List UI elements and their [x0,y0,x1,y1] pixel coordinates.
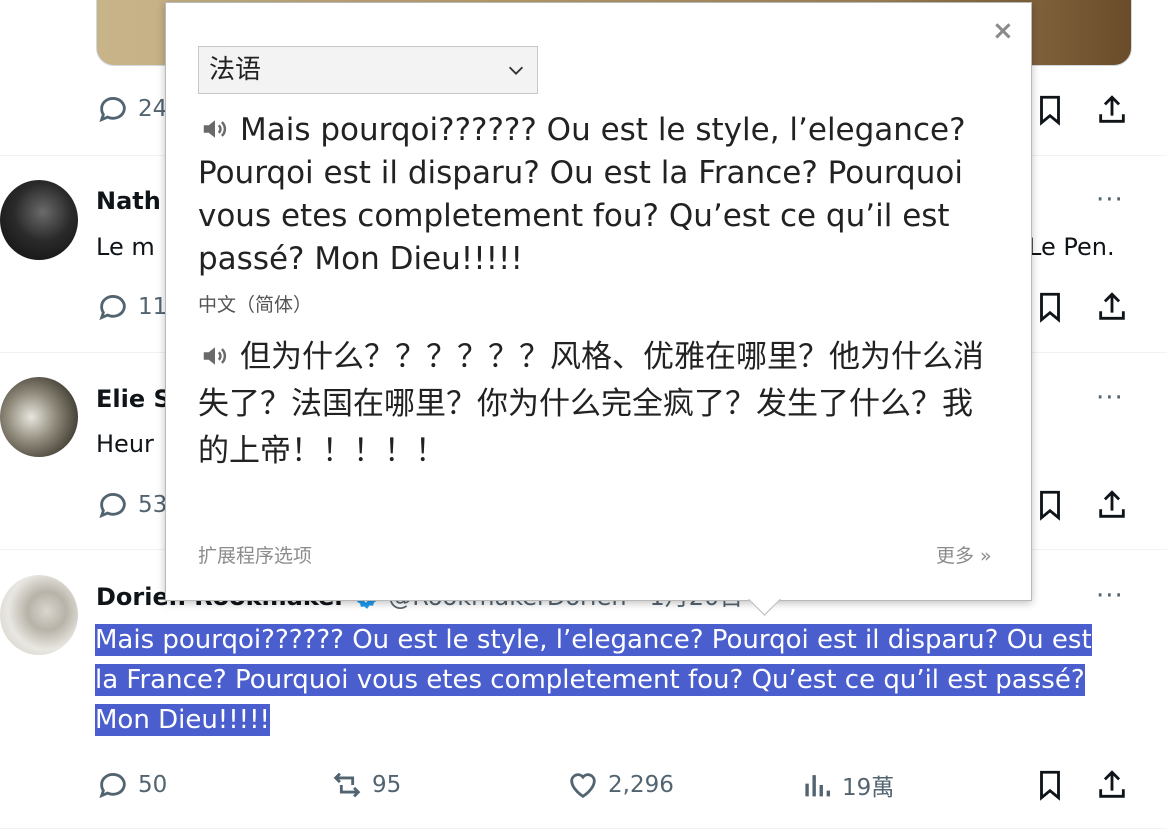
source-language-value: 法语 [209,55,262,85]
reply-icon [99,295,126,321]
source-text: Mais pourqoi?????? Ou est le style, l’el… [198,112,966,277]
reply-icon [99,773,126,799]
retweet-icon [333,772,361,798]
share-button[interactable] [1095,93,1129,127]
reply-button[interactable]: 53 [96,488,167,522]
tweet-text: Mais pourqoi?????? Ou est le style, l’el… [95,624,1092,736]
reply-button[interactable]: 11 [96,290,167,324]
avatar[interactable] [0,180,78,260]
analytics-icon [805,775,831,797]
tweet-text: Le m [96,233,155,261]
bookmark-icon [1040,95,1060,126]
reply-button[interactable]: 24 [96,92,167,126]
extension-options-link[interactable]: 扩展程序选项 [198,541,312,568]
share-icon [1099,490,1125,518]
like-button[interactable]: 2,296 [566,768,674,802]
retweet-button[interactable]: 95 [330,768,401,802]
more-link[interactable]: 更多 » [936,541,992,568]
source-text-block: Mais pourqoi?????? Ou est le style, l’el… [198,109,998,281]
share-button[interactable] [1095,290,1129,324]
bookmark-button[interactable] [1033,93,1067,127]
like-count: 2,296 [608,772,674,798]
translation-popup: × 法语 Mais pourqoi?????? Ou est le style,… [165,2,1032,616]
reply-count: 53 [138,492,168,518]
share-button[interactable] [1095,768,1129,802]
tweet-text: Heur [96,430,154,458]
chevron-down-icon [508,66,524,75]
bookmark-icon [1040,292,1060,323]
selected-tweet-text: Mais pourqoi?????? Ou est le style, l’el… [95,620,1105,740]
bookmark-icon [1040,490,1060,521]
translated-text: 但为什么？？？？？？风格、优雅在哪里？他为什么消失了？法国在哪里？你为什么完全疯… [198,339,984,469]
target-text-block: 但为什么？？？？？？风格、优雅在哪里？他为什么消失了？法国在哪里？你为什么完全疯… [198,334,998,475]
share-icon [1099,770,1125,798]
reply-icon [99,493,126,519]
bookmark-icon [1040,770,1060,801]
reply-count: 24 [138,96,168,122]
share-button[interactable] [1095,488,1129,522]
avatar[interactable] [0,377,78,457]
tweet-text-end: Le Pen. [1028,233,1115,261]
more-options-button[interactable]: ··· [1096,583,1124,609]
reply-icon [99,97,126,123]
author-name[interactable]: Nath [96,186,161,216]
view-count: 19萬 [842,775,895,801]
share-icon [1099,95,1125,123]
bookmark-button[interactable] [1033,768,1067,802]
tweet-divider [0,828,1167,829]
close-popup-button[interactable]: × [992,18,1014,44]
reply-button[interactable]: 50 [96,768,167,802]
share-icon [1099,292,1125,320]
more-options-button[interactable]: ··· [1096,187,1124,213]
views-button[interactable]: 19萬 [800,768,894,802]
bookmark-button[interactable] [1033,488,1067,522]
source-language-select[interactable]: 法语 [198,46,538,94]
heart-icon [570,773,596,799]
retweet-count: 95 [372,772,402,798]
reply-count: 50 [138,772,168,798]
speaker-icon[interactable] [198,341,232,371]
reply-count: 11 [138,294,168,320]
target-language-label: 中文（简体） [198,294,313,316]
author-name[interactable]: Elie S [96,384,171,414]
more-options-button[interactable]: ··· [1096,385,1124,411]
speaker-icon[interactable] [198,114,232,144]
bookmark-button[interactable] [1033,290,1067,324]
avatar[interactable] [0,575,78,655]
